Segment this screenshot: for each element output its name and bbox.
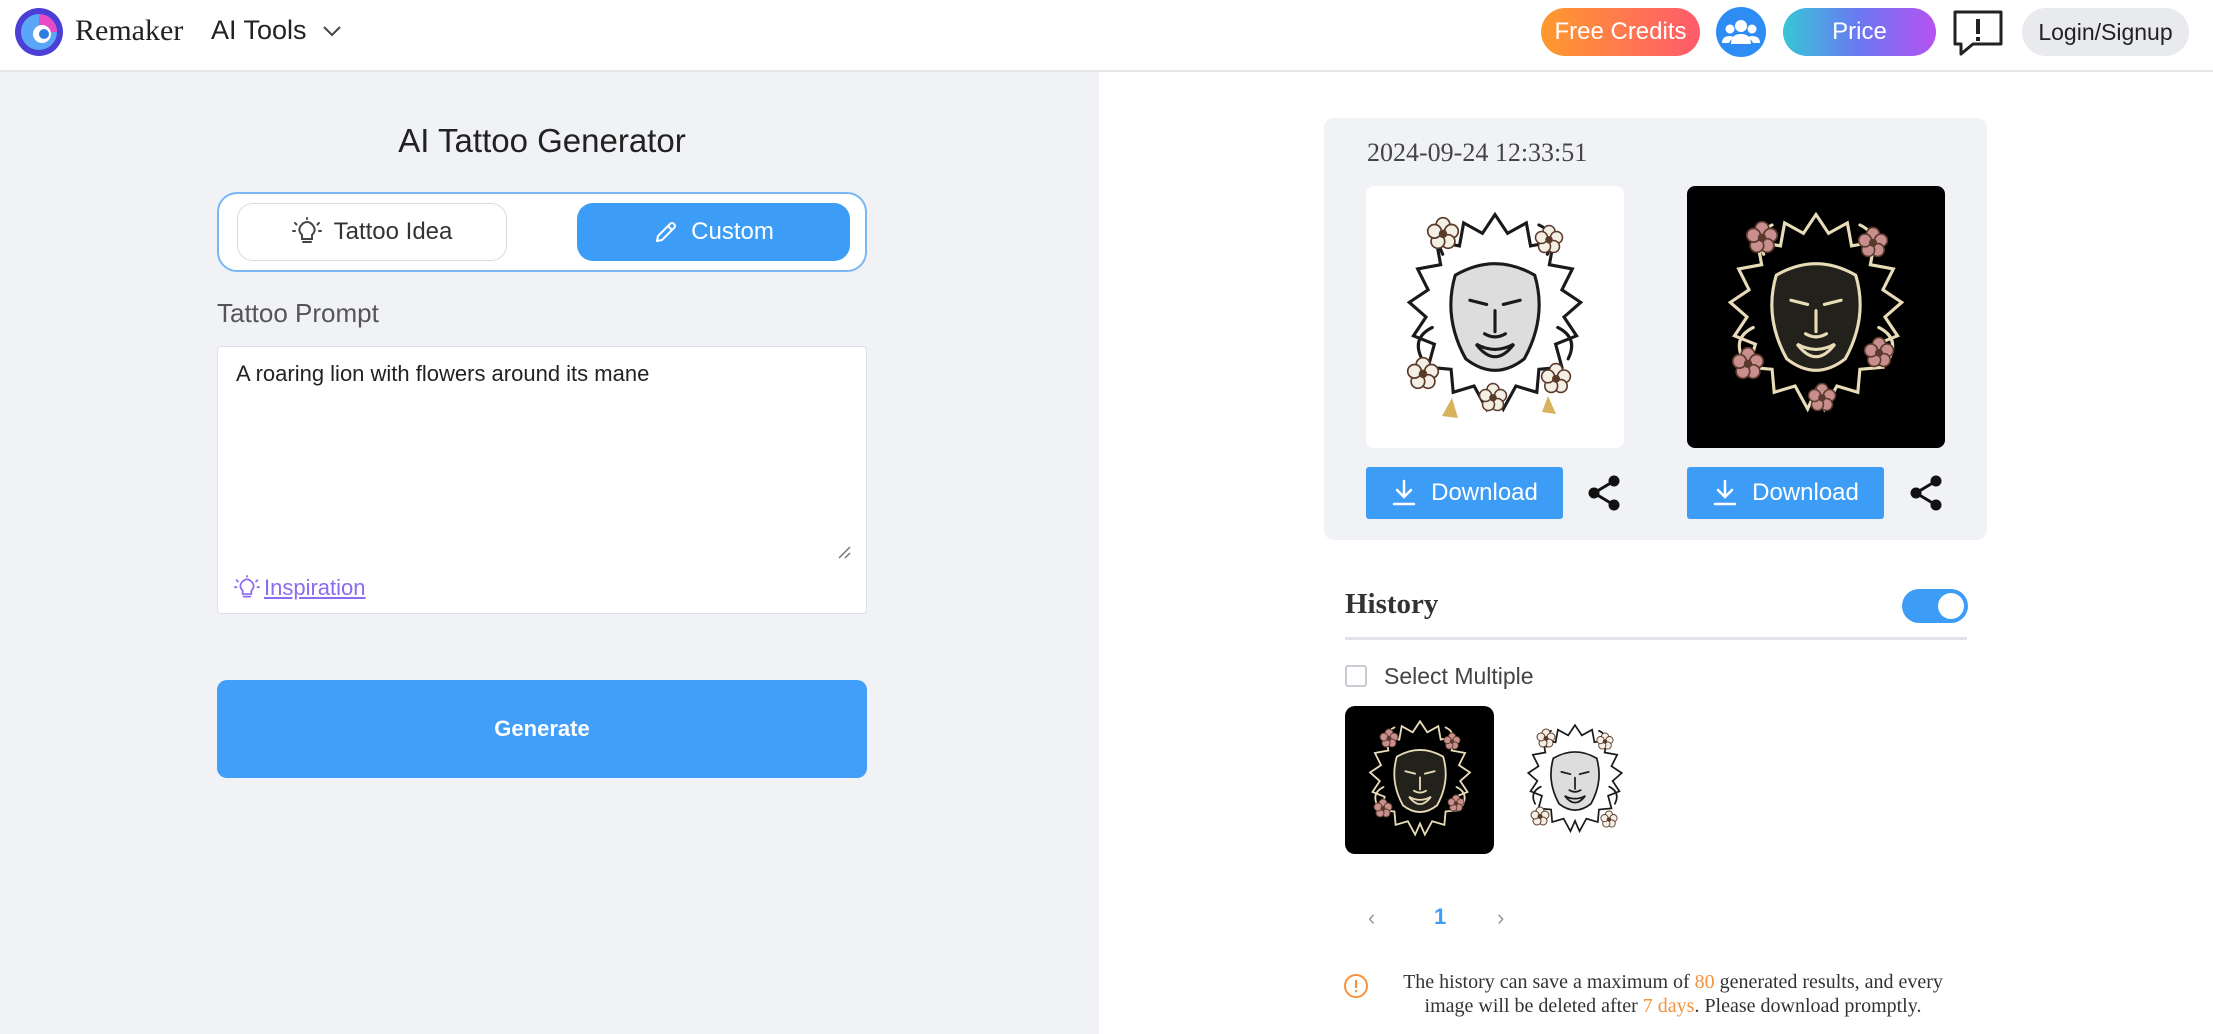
history-divider xyxy=(1345,637,1967,640)
generator-panel: AI Tattoo Generator Tattoo Idea Custom T… xyxy=(0,72,1099,1034)
result-image-black[interactable] xyxy=(1687,186,1945,448)
inspiration-label[interactable]: Inspiration xyxy=(264,575,366,601)
page-number[interactable]: 1 xyxy=(1434,904,1446,930)
download-button-black[interactable]: Download xyxy=(1687,467,1884,519)
top-header: Remaker AI Tools Free Credits Price Logi… xyxy=(0,0,2213,72)
price-button[interactable]: Price xyxy=(1783,8,1936,56)
group-icon xyxy=(1722,20,1760,44)
free-credits-button[interactable]: Free Credits xyxy=(1541,8,1700,56)
tab-custom-label: Custom xyxy=(691,218,774,245)
mode-switch: Tattoo Idea Custom xyxy=(217,192,867,272)
result-image-white[interactable] xyxy=(1366,186,1624,448)
ai-tools-menu[interactable]: AI Tools xyxy=(211,15,307,46)
login-signup-button[interactable]: Login/Signup xyxy=(2022,8,2189,56)
history-thumb-black[interactable] xyxy=(1345,706,1494,854)
tattoo-prompt-text[interactable]: A roaring lion with flowers around its m… xyxy=(236,361,649,387)
pencil-icon xyxy=(656,222,677,242)
lion-tattoo-image xyxy=(1728,212,1904,412)
tab-tattoo-idea-label: Tattoo Idea xyxy=(333,218,453,245)
history-toggle[interactable] xyxy=(1902,589,1968,623)
brand-name[interactable]: Remaker xyxy=(75,14,183,48)
tattoo-prompt-label: Tattoo Prompt xyxy=(217,298,379,328)
notice-days: 7 days xyxy=(1642,995,1695,1017)
generate-button[interactable]: Generate xyxy=(217,680,867,778)
lightbulb-icon xyxy=(291,217,322,243)
lion-thumbnail xyxy=(1369,720,1471,836)
share-icon[interactable] xyxy=(1908,474,1944,512)
resize-handle-icon[interactable] xyxy=(835,543,851,559)
history-title: History xyxy=(1345,588,1439,620)
notice-part1: The history can save a maximum of xyxy=(1403,971,1695,993)
tab-tattoo-idea[interactable]: Tattoo Idea xyxy=(237,203,507,261)
lion-tattoo-image xyxy=(1406,212,1583,418)
history-thumb-white[interactable] xyxy=(1500,706,1649,854)
page-title: AI Tattoo Generator xyxy=(398,122,686,159)
select-multiple-checkbox[interactable] xyxy=(1345,665,1367,687)
toggle-knob xyxy=(1938,593,1964,619)
download-icon xyxy=(1713,479,1737,506)
history-notice: The history can save a maximum of 80 gen… xyxy=(1378,970,1968,1018)
tattoo-prompt-textarea[interactable]: A roaring lion with flowers around its m… xyxy=(217,346,867,614)
download-label: Download xyxy=(1431,479,1538,506)
warning-icon xyxy=(1344,974,1368,998)
download-label: Download xyxy=(1752,479,1859,506)
chevron-down-icon[interactable] xyxy=(322,24,342,38)
download-icon xyxy=(1392,479,1416,506)
prev-page-icon[interactable]: ‹ xyxy=(1368,905,1375,931)
lightbulb-icon xyxy=(234,575,260,598)
share-icon[interactable] xyxy=(1586,474,1622,512)
notice-part3: . Please download promptly. xyxy=(1694,995,1922,1017)
feedback-icon[interactable] xyxy=(1951,8,2005,58)
remaker-logo-icon[interactable] xyxy=(14,7,64,57)
community-button[interactable] xyxy=(1716,7,1766,57)
result-timestamp: 2024-09-24 12:33:51 xyxy=(1367,138,1588,167)
tab-custom[interactable]: Custom xyxy=(577,203,850,261)
inspiration-link[interactable]: Inspiration xyxy=(234,575,366,601)
select-multiple-label[interactable]: Select Multiple xyxy=(1384,663,1534,690)
lion-thumbnail xyxy=(1527,724,1623,833)
next-page-icon[interactable]: › xyxy=(1497,905,1504,931)
notice-max-count: 80 xyxy=(1694,971,1715,993)
download-button-white[interactable]: Download xyxy=(1366,467,1563,519)
result-card: 2024-09-24 12:33:51 Download Download xyxy=(1324,118,1987,540)
